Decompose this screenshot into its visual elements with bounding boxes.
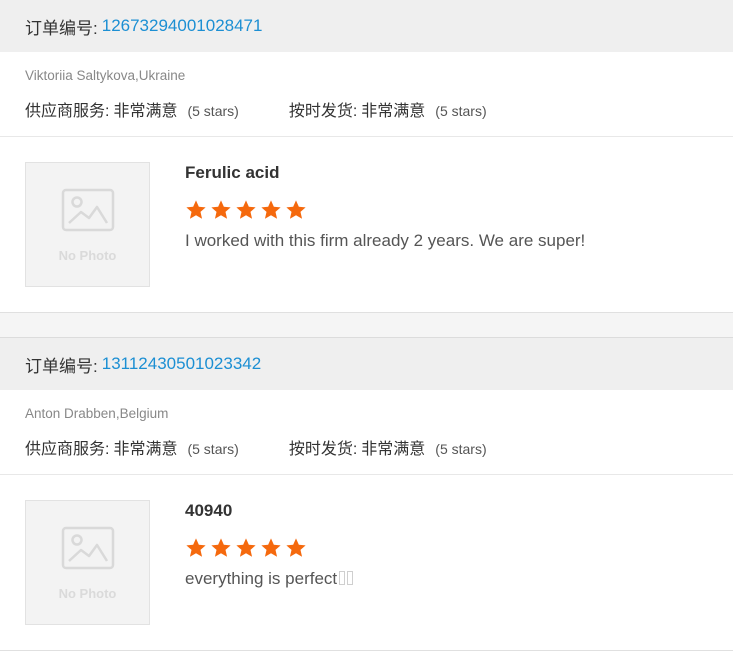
star-icon: [235, 537, 257, 559]
rating-label: 按时发货:: [288, 441, 358, 458]
on-time-delivery-rating: 按时发货: 非常满意 (5 stars): [289, 435, 487, 459]
order-number-link[interactable]: 12673294001028471: [102, 16, 263, 36]
star-icon: [185, 199, 207, 221]
buyer-name: Anton Drabben,Belgium: [25, 406, 169, 421]
no-photo-label: No Photo: [58, 586, 117, 601]
rating-label: 供应商服务:: [25, 103, 110, 120]
product-photo-placeholder[interactable]: No Photo: [25, 162, 150, 287]
star-icon: [210, 199, 232, 221]
star-icon: [210, 537, 232, 559]
star-rating: [185, 199, 585, 221]
product-review: No Photo Ferulic acid I worked with this…: [0, 137, 733, 313]
star-icon: [285, 199, 307, 221]
buyer-info: Anton Drabben,Belgium 供应商服务: 非常满意 (5 sta…: [0, 390, 733, 475]
review-comment: I worked with this firm already 2 years.…: [185, 231, 585, 251]
comment-text: I worked with this firm already 2 years.…: [185, 231, 586, 250]
order-header: 订单编号: 12673294001028471: [0, 0, 733, 52]
order-header: 订单编号: 13112430501023342: [0, 338, 733, 390]
ratings-row: 供应商服务: 非常满意 (5 stars) 按时发货: 非常满意 (5 star…: [25, 435, 733, 459]
product-photo-placeholder[interactable]: No Photo: [25, 500, 150, 625]
rating-stars-text: (5 stars): [187, 103, 239, 119]
unrendered-glyph-box: [339, 571, 346, 585]
rating-value: 非常满意: [113, 103, 178, 120]
rating-stars-text: (5 stars): [435, 441, 487, 457]
product-review: No Photo 40940 everything is perfect: [0, 475, 733, 651]
order-label: 订单编号:: [25, 18, 98, 38]
product-info: 40940 everything is perfect: [185, 501, 354, 589]
rating-label: 供应商服务:: [25, 441, 110, 458]
buyer-name: Viktoriia Saltykova,Ukraine: [25, 68, 186, 83]
ratings-row: 供应商服务: 非常满意 (5 stars) 按时发货: 非常满意 (5 star…: [25, 97, 733, 121]
rating-value: 非常满意: [113, 441, 178, 458]
no-photo-label: No Photo: [58, 248, 117, 263]
comment-text: everything is perfect: [185, 569, 338, 588]
review-card: 订单编号: 12673294001028471 Viktoriia Saltyk…: [0, 0, 733, 313]
rating-value: 非常满意: [361, 441, 426, 458]
star-icon: [285, 537, 307, 559]
product-name[interactable]: Ferulic acid: [185, 163, 585, 185]
buyer-info: Viktoriia Saltykova,Ukraine 供应商服务: 非常满意 …: [0, 52, 733, 137]
product-info: Ferulic acid I worked with this firm alr…: [185, 163, 585, 251]
on-time-delivery-rating: 按时发货: 非常满意 (5 stars): [289, 97, 487, 121]
rating-label: 按时发货:: [288, 103, 358, 120]
star-icon: [260, 537, 282, 559]
unrendered-glyph-box: [347, 571, 354, 585]
review-separator: [0, 313, 733, 338]
star-icon: [260, 199, 282, 221]
order-label: 订单编号:: [25, 356, 98, 376]
order-number-link[interactable]: 13112430501023342: [102, 354, 261, 374]
star-icon: [185, 537, 207, 559]
rating-stars-text: (5 stars): [435, 103, 487, 119]
review-comment: everything is perfect: [185, 569, 354, 589]
review-card: 订单编号: 13112430501023342 Anton Drabben,Be…: [0, 338, 733, 651]
supplier-service-rating: 供应商服务: 非常满意 (5 stars): [25, 435, 239, 459]
star-icon: [235, 199, 257, 221]
image-placeholder-icon: [61, 526, 114, 570]
star-rating: [185, 537, 353, 559]
product-name[interactable]: 40940: [185, 501, 353, 523]
supplier-service-rating: 供应商服务: 非常满意 (5 stars): [25, 97, 239, 121]
image-placeholder-icon: [61, 188, 114, 232]
rating-stars-text: (5 stars): [187, 441, 239, 457]
rating-value: 非常满意: [361, 103, 426, 120]
